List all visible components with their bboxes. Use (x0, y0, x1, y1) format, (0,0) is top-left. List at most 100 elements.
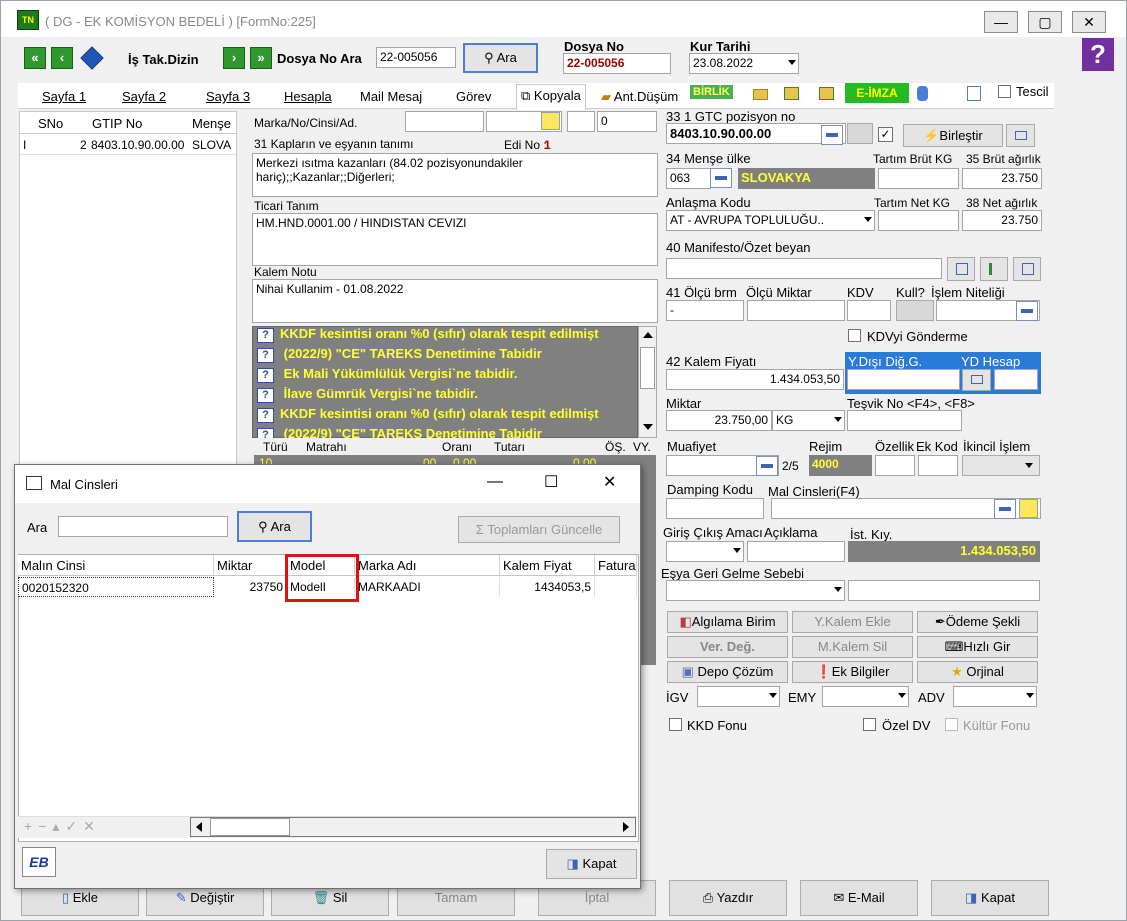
download-icon[interactable] (819, 87, 834, 100)
adv-select[interactable] (953, 686, 1037, 707)
mal-cinsleri-lookup-button[interactable] (994, 499, 1016, 519)
col-marka-adi[interactable]: Marka Adı (355, 555, 500, 576)
dialog-ara-button[interactable]: ⚲ Ara (237, 511, 312, 542)
damping-field[interactable] (666, 498, 764, 519)
dialog-minimize-button[interactable]: — (487, 473, 503, 491)
net-field[interactable]: 23.750 (962, 210, 1042, 231)
preview-icon[interactable] (967, 86, 981, 101)
anlasma-select[interactable]: AT - AVRUPA TOPLULUĞU.. (666, 210, 875, 231)
esya-select[interactable] (666, 580, 845, 601)
dialog-search-input[interactable] (58, 516, 228, 537)
marka-field-1[interactable] (405, 111, 484, 132)
left-grid-row[interactable]: I 2 8403.10.90.00.00 SLOVA (20, 135, 236, 155)
tab-kopyala[interactable]: ⧉ Kopyala (516, 84, 586, 110)
folder-icon[interactable] (753, 89, 768, 100)
giris-select[interactable] (666, 541, 744, 562)
emy-select[interactable] (822, 686, 909, 707)
tab-hesapla[interactable]: Hesapla (284, 86, 332, 108)
email-button[interactable]: ✉ E-Mail (800, 880, 918, 916)
olcu-miktar-field[interactable] (747, 300, 845, 321)
kalem-notu-textarea[interactable]: Nihai Kullanim - 01.08.2022 (252, 279, 658, 323)
kur-tarihi-field[interactable]: 23.08.2022 (689, 53, 799, 74)
olcu-brm-field[interactable]: - (666, 300, 744, 321)
h-scroll-right-icon[interactable] (623, 822, 629, 832)
mkalem-button[interactable]: M.Kalem Sil (792, 636, 913, 658)
scroll-up-icon[interactable] (643, 332, 653, 338)
edit-icon[interactable] (1019, 499, 1038, 518)
marka-field-3[interactable] (567, 111, 595, 132)
yazdir-button[interactable]: ⎙ Yazdır (669, 880, 787, 916)
ek-kod-field[interactable] (918, 455, 958, 476)
islem-lookup-button[interactable] (1016, 301, 1038, 321)
scroll-down-icon[interactable] (643, 424, 653, 430)
kultur-fonu-checkbox[interactable] (945, 718, 958, 731)
col-miktar[interactable]: Miktar (214, 555, 287, 576)
ara-button[interactable]: ⚲ Ara (463, 43, 538, 73)
manifesto-btn-3[interactable] (1013, 257, 1041, 281)
col-gtip[interactable]: GTIP No (92, 116, 142, 131)
dialog-maximize-button[interactable]: ☐ (544, 472, 558, 492)
kkd-fonu-checkbox[interactable] (669, 718, 682, 731)
manifesto-field[interactable] (666, 258, 942, 279)
kdv-field[interactable] (847, 300, 891, 321)
yd-hesap-field[interactable] (994, 369, 1038, 390)
cell-marka-adi[interactable]: MARKAADI (355, 577, 500, 597)
kalem-fiyati-field[interactable]: 1.434.053,50 (666, 369, 844, 390)
birlik-badge[interactable]: BİRLİK (690, 85, 733, 99)
grid-nav-icons[interactable]: +−▴✓✕ (24, 818, 101, 835)
mense-code-field[interactable]: 063 (666, 168, 711, 189)
ikincil-select[interactable] (962, 455, 1040, 476)
minimize-button[interactable]: — (984, 11, 1018, 33)
mense-lookup-button[interactable] (710, 168, 732, 188)
edit-icon[interactable] (541, 112, 560, 130)
last-record-button[interactable]: » (250, 47, 272, 69)
kdv-gonderme-checkbox[interactable] (848, 329, 861, 342)
birlestir-button[interactable]: ⚡Birleştir (903, 124, 1003, 147)
igv-select[interactable] (697, 686, 780, 707)
col-fatura[interactable]: Fatura (595, 555, 637, 576)
close-button[interactable]: ✕ (1072, 11, 1106, 33)
hizli-button[interactable]: ⌨Hızlı Gir (917, 636, 1038, 658)
next-record-button[interactable]: › (223, 47, 245, 69)
database-icon[interactable] (917, 86, 928, 101)
cell-malin-cinsi[interactable]: 0020152320 (18, 577, 214, 597)
info-icon[interactable] (80, 46, 104, 70)
yd-calc-button[interactable] (962, 369, 991, 391)
tab-mail-mesaj[interactable]: Mail Mesaj (360, 86, 422, 108)
upload-icon[interactable] (784, 87, 799, 100)
orjinal-button[interactable]: ★ Orjinal (917, 661, 1038, 683)
algilama-button[interactable]: ◧Algılama Birim (667, 611, 788, 633)
tab-sayfa-1[interactable]: Sayfa 1 (42, 86, 86, 108)
first-record-button[interactable]: « (24, 47, 46, 69)
prev-record-button[interactable]: ‹ (51, 47, 73, 69)
aciklama-field[interactable] (747, 541, 845, 562)
cell-kalem-fiyat[interactable]: 1434053,5 (500, 577, 595, 597)
tab-sayfa-2[interactable]: Sayfa 2 (122, 86, 166, 108)
col-mense[interactable]: Menşe (192, 116, 231, 131)
col-sno[interactable]: SNo (38, 116, 63, 131)
miktar-unit-select[interactable]: KG (772, 410, 845, 431)
gtc-field[interactable]: 8403.10.90.00.00 (666, 123, 846, 144)
toplamlar-button[interactable]: Σ Toplamları Güncelle (458, 516, 620, 543)
tab-gorev[interactable]: Görev (456, 86, 491, 108)
tartim-brut-field[interactable] (878, 168, 959, 189)
marka-field-4[interactable]: 0 (597, 111, 657, 132)
tescil-checkbox[interactable] (998, 85, 1011, 98)
tesvik-field[interactable] (847, 410, 962, 431)
e-imza-badge[interactable]: E-İMZA (845, 83, 909, 103)
maximize-button[interactable]: ▢ (1028, 11, 1062, 33)
manifesto-btn-1[interactable] (947, 257, 975, 281)
is-tak-dizin-label[interactable]: İş Tak.Dizin (128, 52, 199, 67)
gtc-checkbox[interactable]: ✓ (878, 127, 893, 142)
brut-field[interactable]: 23.750 (962, 168, 1042, 189)
cell-fatura[interactable] (595, 577, 637, 597)
scroll-thumb[interactable] (640, 347, 655, 389)
kapat-button[interactable]: ◨ Kapat (931, 880, 1049, 916)
ticari-textarea[interactable]: HM.HND.0001.00 / HINDISTAN CEVIZI (252, 213, 658, 266)
depo-button[interactable]: ▣ Depo Çözüm (667, 661, 788, 683)
gtc-lookup-button[interactable] (821, 125, 843, 145)
tab-sayfa-3[interactable]: Sayfa 3 (206, 86, 250, 108)
cell-miktar[interactable]: 23750 (214, 577, 287, 597)
dosya-search-input[interactable]: 22-005056 (376, 47, 456, 68)
ozel-dv-checkbox[interactable] (863, 718, 876, 731)
